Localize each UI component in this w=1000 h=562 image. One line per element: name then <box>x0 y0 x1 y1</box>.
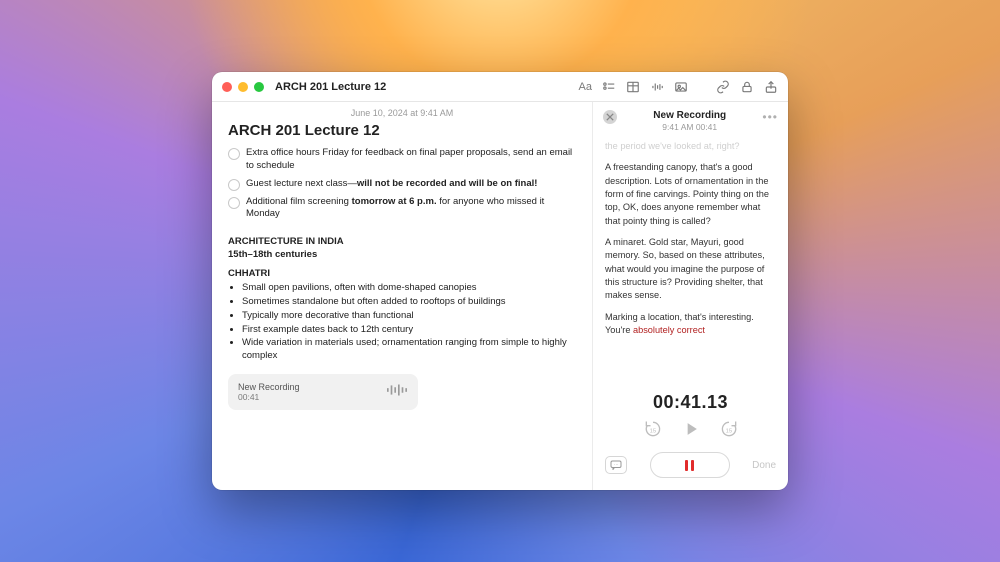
checklist-text: Additional film screening tomorrow at 6 … <box>246 196 576 222</box>
note-datestamp: June 10, 2024 at 9:41 AM <box>228 108 576 118</box>
section-heading: ARCHITECTURE IN INDIA <box>228 236 576 249</box>
checklist-item[interactable]: Extra office hours Friday for feedback o… <box>228 147 576 173</box>
svg-text:15: 15 <box>649 428 655 434</box>
titlebar: ARCH 201 Lecture 12 Aa <box>212 72 788 102</box>
pause-icon <box>685 460 694 471</box>
transcript-highlight: absolutely correct <box>633 325 705 335</box>
notes-window: ARCH 201 Lecture 12 Aa <box>212 72 788 490</box>
transcript-paragraph: Marking a location, that's interesting. … <box>605 311 776 338</box>
transcript-area[interactable]: the period we've looked at, right? A fre… <box>593 136 788 386</box>
desktop-background: ARCH 201 Lecture 12 Aa <box>0 0 1000 562</box>
checklist-button[interactable] <box>602 80 616 94</box>
audio-button[interactable] <box>650 80 664 94</box>
recording-footer: ⋯ Done <box>593 444 788 490</box>
play-button[interactable] <box>681 419 701 442</box>
recording-title: New Recording <box>625 110 754 121</box>
skip-back-15-button[interactable]: 15 <box>643 419 663 442</box>
list-item: Typically more decorative than functiona… <box>242 310 576 323</box>
transcript-toggle-button[interactable]: ⋯ <box>605 456 627 474</box>
bullet-list: Small open pavilions, often with dome-sh… <box>242 282 576 364</box>
pause-record-button[interactable] <box>650 452 730 478</box>
lock-button[interactable] <box>740 80 754 94</box>
minimize-window-button[interactable] <box>238 82 248 92</box>
check-circle-icon[interactable] <box>228 148 240 160</box>
transcript-paragraph: A minaret. Gold star, Mayuri, good memor… <box>605 236 776 303</box>
list-item: Sometimes standalone but often added to … <box>242 296 576 309</box>
table-button[interactable] <box>626 80 640 94</box>
recording-attachment-chip[interactable]: New Recording 00:41 <box>228 374 418 410</box>
media-button[interactable] <box>674 80 688 94</box>
checklist-item[interactable]: Additional film screening tomorrow at 6 … <box>228 196 576 222</box>
checklist-text: Guest lecture next class—will not be rec… <box>246 178 537 191</box>
check-circle-icon[interactable] <box>228 197 240 209</box>
recording-subtitle: 9:41 AM 00:41 <box>625 122 754 132</box>
recording-panel-header: New Recording 9:41 AM 00:41 ••• <box>593 102 788 136</box>
more-options-button[interactable]: ••• <box>762 110 778 124</box>
done-button[interactable]: Done <box>752 460 776 471</box>
recording-chip-name: New Recording <box>238 382 300 392</box>
check-circle-icon[interactable] <box>228 179 240 191</box>
checklist: Extra office hours Friday for feedback o… <box>228 147 576 226</box>
transcript-faded-line: the period we've looked at, right? <box>605 140 776 153</box>
topic-heading: CHHATRI <box>228 268 576 279</box>
skip-forward-15-button[interactable]: 15 <box>719 419 739 442</box>
recording-chip-time: 00:41 <box>238 392 300 402</box>
checklist-text: Extra office hours Friday for feedback o… <box>246 147 576 173</box>
transcript-paragraph: A freestanding canopy, that's a good des… <box>605 161 776 228</box>
waveform-icon <box>386 383 408 400</box>
window-title: ARCH 201 Lecture 12 <box>275 81 572 93</box>
fullscreen-window-button[interactable] <box>254 82 264 92</box>
checklist-item[interactable]: Guest lecture next class—will not be rec… <box>228 178 576 191</box>
close-window-button[interactable] <box>222 82 232 92</box>
recording-panel: New Recording 9:41 AM 00:41 ••• the peri… <box>592 102 788 490</box>
close-panel-button[interactable] <box>603 110 617 124</box>
svg-text:⋯: ⋯ <box>614 462 619 467</box>
svg-text:15: 15 <box>725 428 731 434</box>
link-button[interactable] <box>716 80 730 94</box>
font-style-button[interactable]: Aa <box>579 81 592 93</box>
note-body[interactable]: June 10, 2024 at 9:41 AM ARCH 201 Lectur… <box>212 102 592 490</box>
list-item: Wide variation in materials used; orname… <box>242 337 576 363</box>
list-item: First example dates back to 12th century <box>242 324 576 337</box>
list-item: Small open pavilions, often with dome-sh… <box>242 282 576 295</box>
recording-timer: 00:41.13 <box>605 392 776 413</box>
note-title: ARCH 201 Lecture 12 <box>228 122 576 139</box>
section-subheading: 15th–18th centuries <box>228 249 576 260</box>
playback-controls: 15 15 <box>605 413 776 444</box>
content-split: June 10, 2024 at 9:41 AM ARCH 201 Lectur… <box>212 102 788 490</box>
window-controls <box>222 82 264 92</box>
share-button[interactable] <box>764 80 778 94</box>
